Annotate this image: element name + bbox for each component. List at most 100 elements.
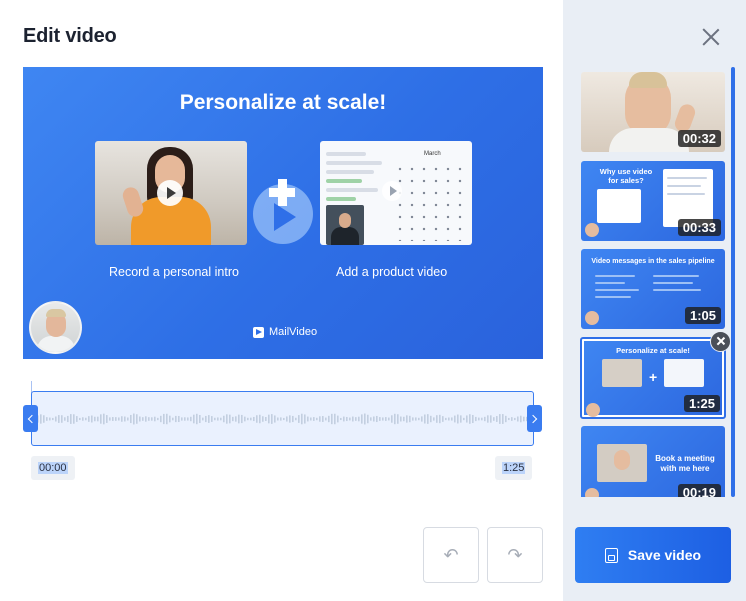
trim-end-handle[interactable]	[527, 405, 542, 432]
waveform-bar	[496, 416, 498, 422]
close-icon[interactable]	[699, 25, 723, 49]
waveform-bar	[214, 417, 216, 421]
waveform-bar	[277, 417, 279, 421]
save-video-button[interactable]: Save video	[575, 527, 731, 583]
waveform-bar	[352, 416, 354, 422]
clip-item[interactable]: Book a meeting with me here 00:19	[581, 426, 725, 497]
waveform-bar	[220, 417, 222, 421]
waveform-bar	[49, 417, 51, 421]
waveform-bar	[391, 415, 393, 423]
waveform-bar	[409, 415, 411, 423]
waveform-bar	[250, 417, 252, 421]
waveform-bar	[196, 413, 198, 425]
waveform-bar	[316, 417, 318, 421]
waveform-bar	[79, 417, 81, 421]
waveform-bar	[436, 415, 438, 423]
clip-item-selected[interactable]: Personalize at scale! + 1:25	[580, 337, 726, 419]
waveform-bar	[382, 417, 384, 421]
waveform-bar	[328, 415, 330, 423]
undo-icon: ↶	[443, 544, 459, 565]
waveform-bar	[73, 414, 75, 424]
waveform-bar	[274, 415, 276, 423]
waveform-bar	[439, 414, 441, 424]
trim-start-handle[interactable]	[23, 405, 38, 432]
remove-clip-button[interactable]	[710, 331, 731, 352]
waveform-bar	[418, 417, 420, 421]
undo-button[interactable]: ↶	[423, 527, 479, 583]
waveform-bar	[136, 414, 138, 424]
waveform-bar	[61, 415, 63, 423]
waveform-bar	[520, 415, 522, 423]
waveform-bar	[508, 417, 510, 421]
waveform-bar	[505, 415, 507, 423]
waveform-bar	[124, 416, 126, 422]
caption-right: Add a product video	[336, 265, 448, 279]
clip-item[interactable]: 00:32	[581, 72, 725, 152]
redo-button[interactable]: ↷	[487, 527, 543, 583]
waveform-bar	[115, 417, 117, 421]
clip-duration: 1:05	[684, 307, 721, 324]
clip-item[interactable]: Why use video for sales? 00:33	[581, 161, 725, 241]
waveform-bar	[298, 415, 300, 423]
waveform-bar	[253, 416, 255, 422]
waveform-bar	[442, 416, 444, 422]
waveform-bar	[475, 416, 477, 422]
waveform-bar	[481, 417, 483, 421]
clip-list[interactable]: 00:32 Why use video for sales? 00:33 Vid…	[580, 72, 730, 497]
play-icon	[157, 180, 183, 206]
waveform-bar	[190, 416, 192, 422]
waveform-bar	[244, 416, 246, 422]
waveform-bar	[127, 417, 129, 421]
waveform-bar	[400, 416, 402, 422]
brand-logo: MailVideo	[253, 326, 317, 338]
waveform-bar	[76, 416, 78, 422]
video-preview[interactable]: Personalize at scale! March Record a per…	[23, 67, 543, 359]
chevron-left-icon	[27, 414, 37, 423]
trim-end-time[interactable]: 1:25	[495, 456, 533, 480]
clip-duration: 00:33	[677, 219, 721, 236]
waveform-bar	[205, 415, 207, 423]
waveform-bar	[271, 414, 273, 424]
waveform-bar	[64, 417, 66, 421]
dialog-title: Edit video	[23, 25, 117, 47]
waveform-bar	[472, 414, 474, 424]
waveform-bar	[88, 416, 90, 422]
waveform-bar	[463, 417, 465, 421]
waveform-bar	[187, 417, 189, 421]
waveform-bar	[70, 414, 72, 424]
waveform-bar	[58, 415, 60, 423]
calendar-grid	[394, 163, 466, 241]
waveform-bar	[469, 414, 471, 424]
waveform-bar	[145, 416, 147, 422]
waveform-bar	[139, 416, 141, 422]
waveform-bar	[286, 416, 288, 422]
waveform-bar	[379, 417, 381, 421]
save-icon	[604, 547, 618, 563]
waveform-bar	[373, 416, 375, 422]
waveform-bar	[292, 415, 294, 423]
waveform-bar	[307, 416, 309, 422]
trim-start-time[interactable]: 00:00	[31, 456, 75, 480]
product-video-thumbnail: March	[320, 141, 472, 245]
caption-left: Record a personal intro	[109, 265, 239, 279]
clip-title: Why use video for sales?	[599, 167, 653, 185]
waveform-bar	[94, 416, 96, 422]
clip-duration: 1:25	[683, 395, 720, 412]
audio-waveform	[34, 413, 531, 425]
waveform-bar	[151, 417, 153, 421]
waveform-bar	[223, 415, 225, 423]
waveform-bar	[181, 417, 183, 421]
trim-timeline[interactable]	[31, 391, 534, 446]
chevron-right-icon	[528, 414, 538, 423]
waveform-bar	[55, 416, 57, 422]
waveform-bar	[490, 415, 492, 423]
waveform-bar	[82, 417, 84, 421]
clip-item[interactable]: Video messages in the sales pipeline 1:0…	[581, 249, 725, 329]
waveform-bar	[397, 414, 399, 424]
clip-list-scrollbar[interactable]	[731, 67, 735, 497]
waveform-bar	[280, 417, 282, 421]
waveform-bar	[478, 417, 480, 421]
waveform-bar	[178, 415, 180, 423]
waveform-bar	[247, 417, 249, 421]
preview-heading: Personalize at scale!	[179, 91, 387, 114]
